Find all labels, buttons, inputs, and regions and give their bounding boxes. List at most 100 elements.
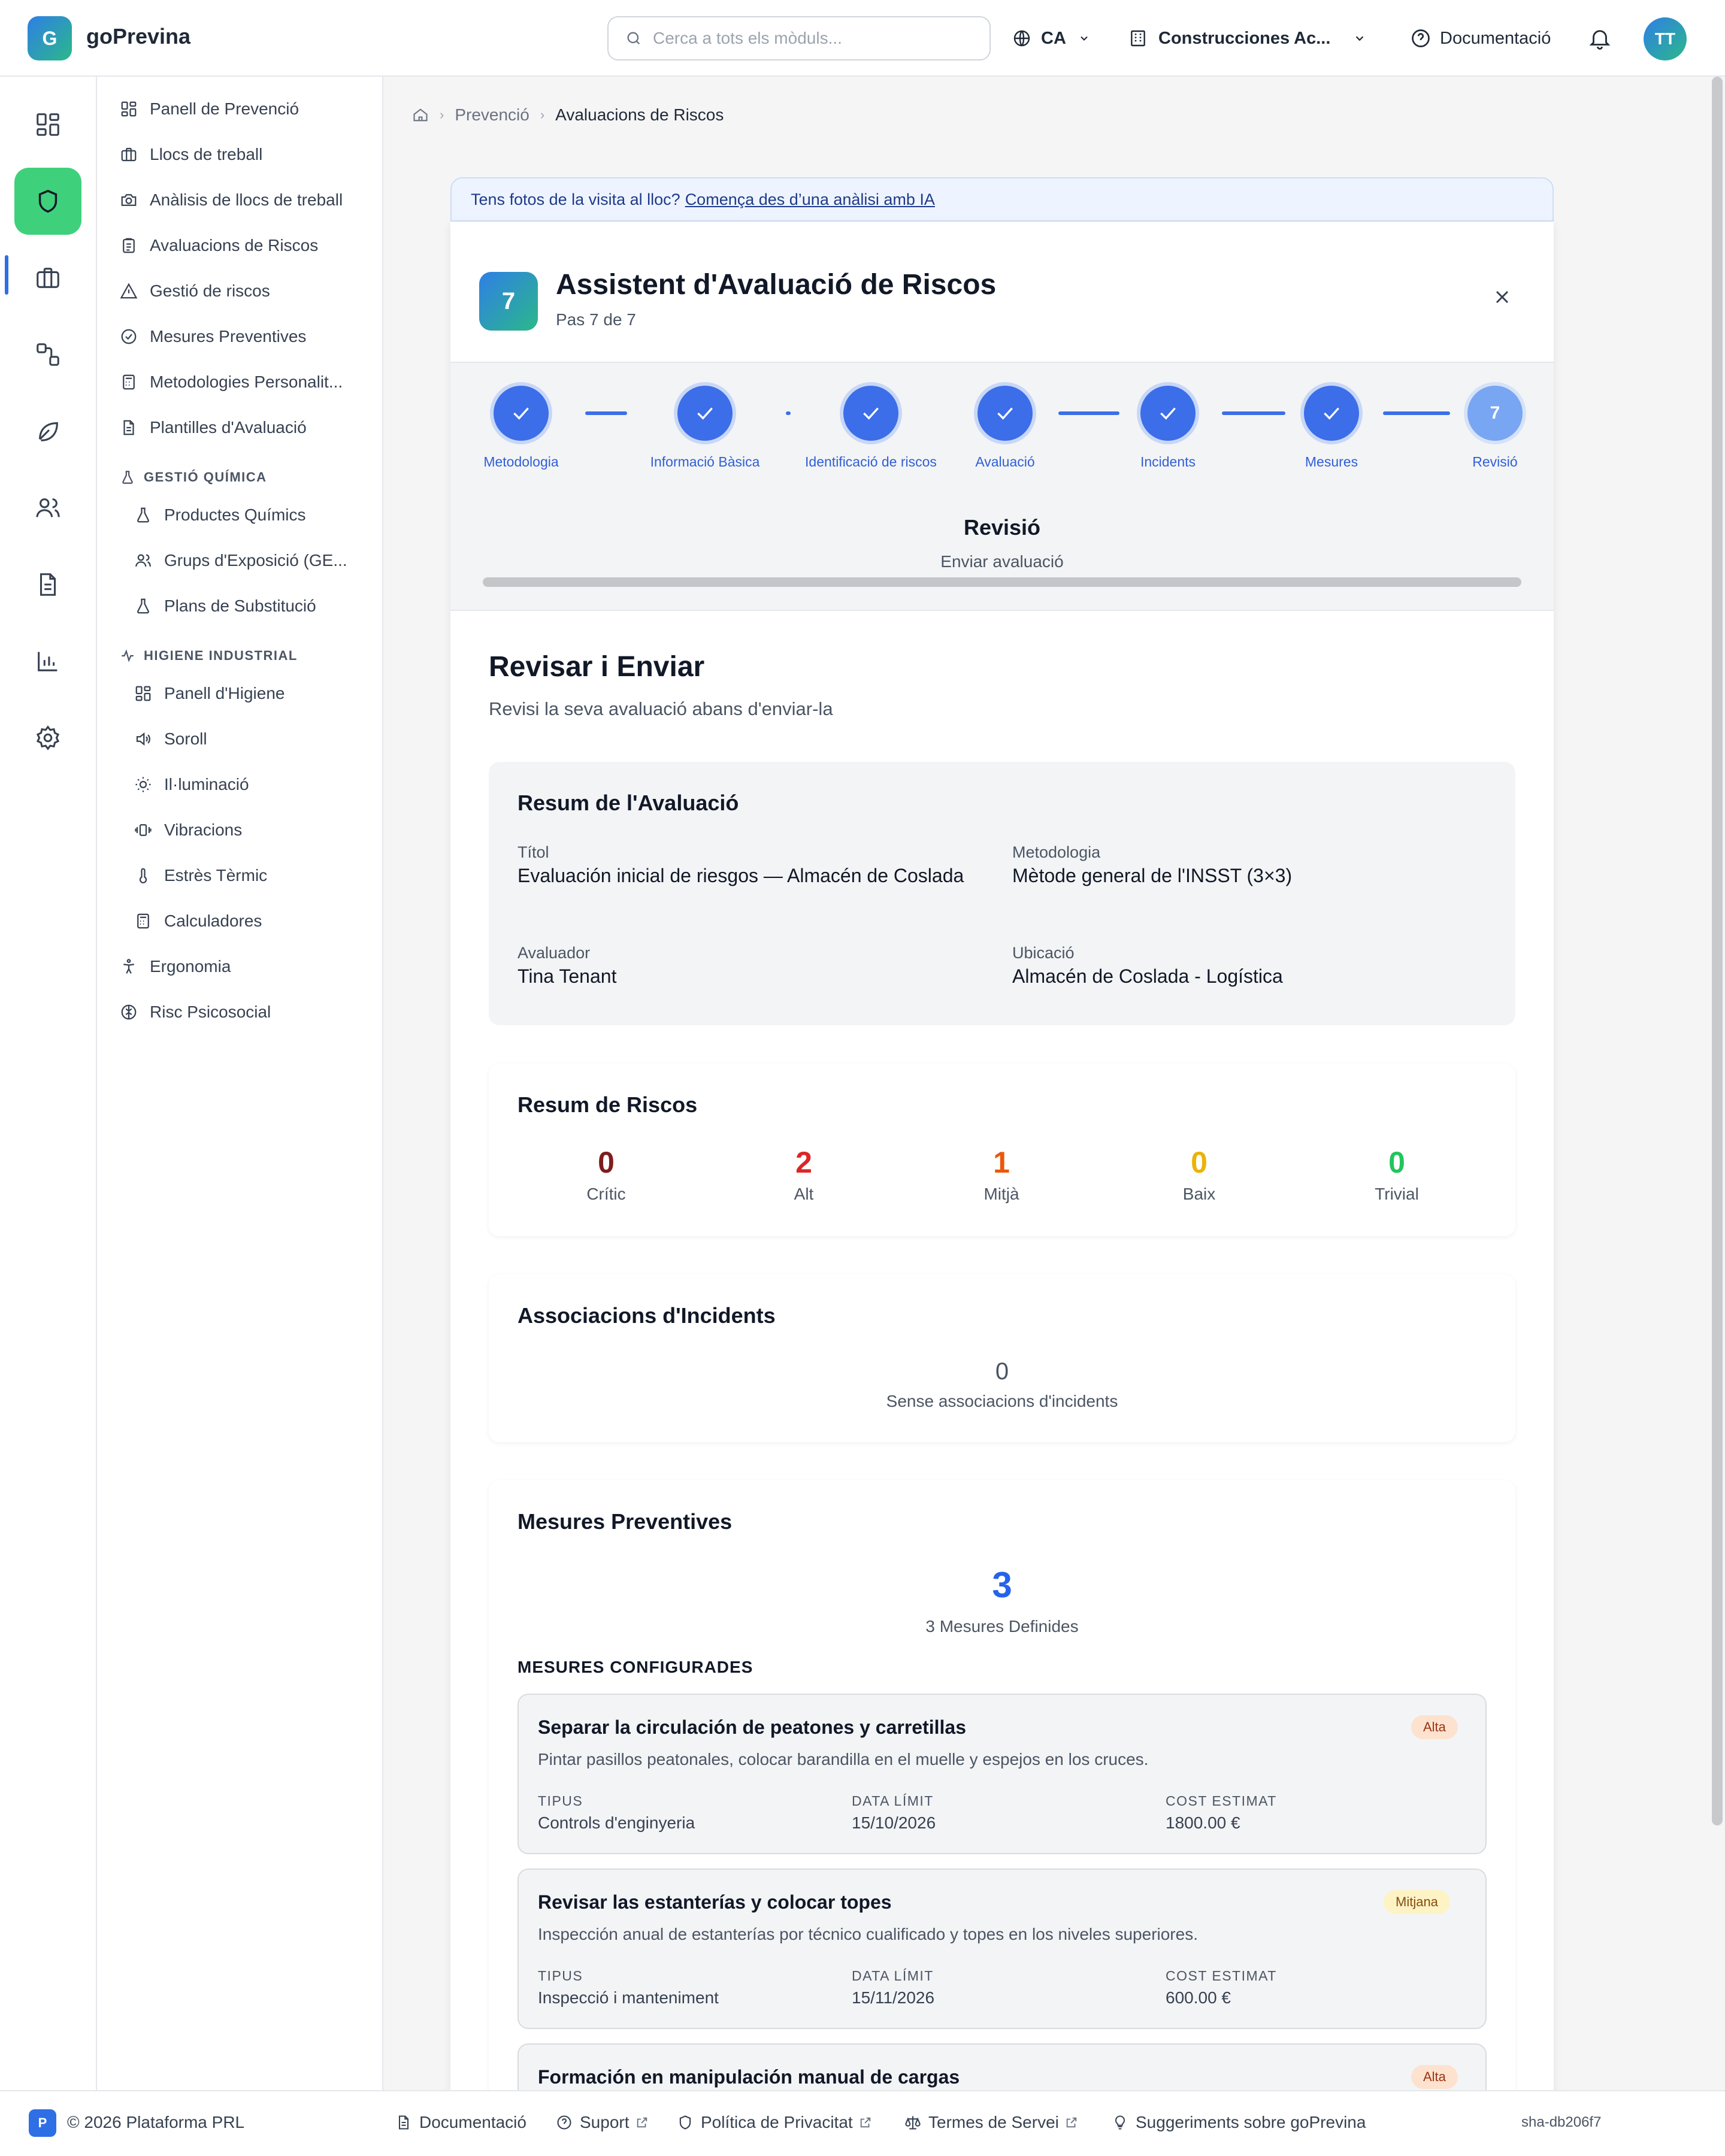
sidebar-nav: Panell de Prevenció Llocs de treball Anà… [97, 77, 383, 2090]
priority-badge: Alta [1411, 2065, 1458, 2089]
step-avaluacio[interactable] [978, 386, 1033, 441]
footer-suggestions-link[interactable]: Suggeriments sobre goPrevina [1112, 2091, 1366, 2154]
language-selector[interactable]: CA [1012, 16, 1090, 60]
rail-environment[interactable] [14, 398, 81, 465]
sidebar-item-calculadores[interactable]: Calculadores [134, 912, 262, 931]
breadcrumb-current: Avaluacions de Riscos [555, 105, 724, 124]
rail-dashboard[interactable] [14, 91, 81, 158]
measure-title: Formación en manipulación manual de carg… [538, 2066, 960, 2088]
ai-analysis-link[interactable]: Comença des d’una anàlisi amb IA [685, 190, 935, 209]
risk-summary-card: Resum de Riscos 0 Crític 2 Alt 1 Mitjà 0… [489, 1064, 1515, 1236]
sidebar-item-illuminacio[interactable]: Il·luminació [134, 775, 249, 794]
sidebar-item-productes-quimics[interactable]: Productes Químics [134, 505, 306, 525]
close-button[interactable] [1491, 286, 1513, 308]
docs-link[interactable]: Documentació [1410, 16, 1551, 60]
top-bar: G goPrevina CA Construcciones Ac... Docu… [0, 0, 1725, 77]
rail-workplaces[interactable] [14, 244, 81, 311]
measure-item[interactable]: Separar la circulación de peatones y car… [518, 1694, 1487, 1854]
home-icon[interactable] [412, 107, 429, 123]
rail-settings[interactable] [14, 704, 81, 771]
footer-terms-link[interactable]: Termes de Servei [904, 2091, 1085, 2154]
check-icon [1160, 407, 1176, 420]
sidebar-item-analisis-llocs[interactable]: Anàlisis de llocs de treball [120, 190, 343, 210]
person-icon [123, 959, 134, 974]
measure-item[interactable]: Formación en manipulación manual de carg… [518, 2043, 1487, 2090]
sidebar-item-soroll[interactable]: Soroll [134, 729, 207, 749]
step-informacio-basica[interactable] [677, 386, 733, 441]
assessment-summary-card: Resum de l'Avaluació Títol Evaluación in… [489, 762, 1515, 1025]
calculator-icon [137, 913, 149, 929]
activity-icon [122, 649, 134, 662]
sidebar-item-metodologies[interactable]: Metodologies Personalit... [120, 373, 343, 392]
sidebar-item-label: Ergonomia [150, 957, 231, 976]
breadcrumb-prevencio[interactable]: Prevenció [455, 105, 529, 125]
app-logo[interactable]: G [28, 16, 72, 60]
check-icon [697, 407, 713, 420]
sidebar-item-avaluacions-riscos[interactable]: Avaluacions de Riscos [120, 236, 318, 255]
chart-icon [38, 652, 58, 671]
wizard-stepper: 7 Metodologia Informació Bàsica Identifi… [450, 363, 1554, 611]
rail-people[interactable] [14, 474, 81, 541]
priority-badge: Mitjana [1384, 1890, 1450, 1914]
measure-title: Revisar las estanterías y colocar topes [538, 1891, 892, 1913]
step-mesures[interactable] [1304, 386, 1359, 441]
field-label: Metodologia [1012, 843, 1101, 861]
measure-item[interactable]: Revisar las estanterías y colocar topes … [518, 1869, 1487, 2029]
current-step-description: Enviar avaluació [940, 552, 1064, 571]
sidebar-item-ergonomia[interactable]: Ergonomia [120, 957, 231, 976]
sidebar-item-mesures-preventives[interactable]: Mesures Preventives [120, 327, 306, 346]
page-scrollbar[interactable] [1712, 77, 1723, 1825]
check-icon [863, 407, 879, 420]
footer-privacy-link[interactable]: Política de Privacitat [677, 2091, 879, 2154]
field-label: Avaluador [518, 944, 591, 962]
user-avatar[interactable]: TT [1644, 17, 1687, 60]
help-circle-icon [557, 2115, 571, 2130]
footer-link-label: Termes de Servei [928, 2113, 1059, 2131]
sidebar-item-grups-exposicio[interactable]: Grups d'Exposició (GE... [134, 551, 347, 570]
sidebar-item-vibracions[interactable]: Vibracions [134, 820, 242, 840]
step-revisio[interactable]: 7 [1467, 386, 1523, 441]
sidebar-item-gestio-riscos[interactable]: Gestió de riscos [120, 281, 270, 301]
rail-documents[interactable] [14, 551, 81, 618]
lightbulb-icon [1115, 2115, 1125, 2130]
document-icon [40, 573, 56, 596]
section-higiene-industrial: HIGIENE INDUSTRIAL [120, 648, 298, 664]
sidebar-item-llocs-treball[interactable]: Llocs de treball [120, 145, 262, 164]
global-search[interactable] [607, 16, 991, 60]
flask-icon [137, 507, 149, 523]
rail-reports[interactable] [14, 628, 81, 695]
chevron-down-icon [1356, 36, 1364, 41]
flow-icon [37, 343, 59, 366]
rail-prevention[interactable] [14, 168, 81, 235]
footer-docs-link[interactable]: Documentació [395, 2091, 526, 2154]
sidebar-item-panell-prevencio[interactable]: Panell de Prevenció [120, 99, 299, 119]
calculator-icon [123, 374, 135, 390]
check-icon [1324, 407, 1339, 420]
company-selector[interactable]: Construcciones Ac... [1128, 16, 1366, 60]
sidebar-item-label: Calculadores [164, 912, 262, 930]
step-incidents[interactable] [1140, 386, 1196, 441]
sidebar-item-label: Avaluacions de Riscos [150, 236, 319, 255]
sidebar-item-risc-psicosocial[interactable]: Risc Psicosocial [120, 1003, 271, 1022]
chevron-down-icon [1081, 36, 1088, 41]
step-metodologia[interactable] [494, 386, 549, 441]
sidebar-item-label: Mesures Preventives [150, 327, 307, 346]
notifications-button[interactable] [1587, 16, 1612, 60]
sidebar-item-plantilles[interactable]: Plantilles d'Avaluació [120, 418, 307, 437]
rail-workflows[interactable] [14, 321, 81, 388]
language-code: CA [1041, 28, 1066, 48]
brand-name[interactable]: goPrevina [86, 24, 190, 49]
risk-label: Alt [794, 1185, 814, 1203]
sidebar-item-plans-substitucio[interactable]: Plans de Substitució [134, 596, 316, 616]
search-input[interactable] [653, 29, 976, 48]
step-identificacio-riscos[interactable] [843, 386, 898, 441]
users-icon [36, 498, 60, 517]
thermometer-icon [139, 868, 147, 883]
footer-support-link[interactable]: Suport [556, 2091, 656, 2154]
measure-date: 15/10/2026 [852, 1813, 936, 1832]
dashboard-icon [121, 101, 137, 117]
sidebar-item-panell-higiene[interactable]: Panell d'Higiene [134, 684, 285, 703]
external-link-icon [1066, 2117, 1077, 2128]
risk-label: Crític [586, 1185, 626, 1203]
sidebar-item-estres-termic[interactable]: Estrès Tèrmic [134, 866, 267, 885]
